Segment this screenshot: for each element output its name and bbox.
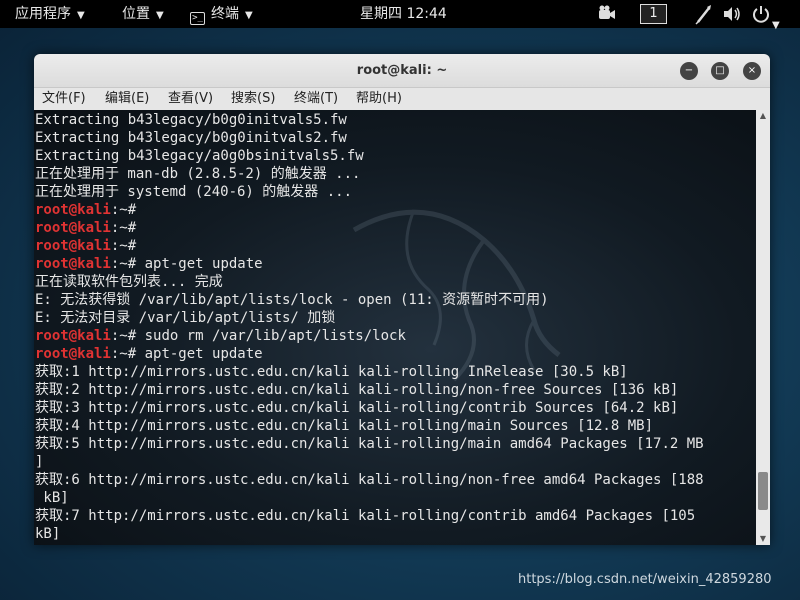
output-text: 获取:2 http://mirrors.ustc.edu.cn/kali kal… xyxy=(35,382,679,398)
output-text: kB] xyxy=(35,490,69,506)
terminal-line: Extracting b43legacy/b0g0initvals2.fw xyxy=(35,129,752,147)
watermark-text: https://blog.csdn.net/weixin_42859280 xyxy=(518,572,772,587)
terminal-line: kB] xyxy=(35,489,752,507)
output-text: 正在处理用于 man-db (2.8.5-2) 的触发器 ... xyxy=(35,166,361,182)
terminal-line: ] xyxy=(35,453,752,471)
clock[interactable]: 星期四 12:44 xyxy=(360,0,447,28)
command-text: apt-get update xyxy=(136,346,263,362)
terminal-line: root@kali:~# xyxy=(35,219,752,237)
caret-down-icon: ▼ xyxy=(156,10,164,21)
pen-icon[interactable] xyxy=(694,0,714,28)
terminal-app-label: 终端 xyxy=(211,6,239,22)
menu-search[interactable]: 搜索(S) xyxy=(231,88,275,110)
terminal-line: 获取:1 http://mirrors.ustc.edu.cn/kali kal… xyxy=(35,363,752,381)
menu-help[interactable]: 帮助(H) xyxy=(356,88,402,110)
output-text: 获取:4 http://mirrors.ustc.edu.cn/kali kal… xyxy=(35,418,654,434)
prompt-user: root@kali xyxy=(35,346,111,362)
prompt-user: root@kali xyxy=(35,238,111,254)
output-text: 获取:3 http://mirrors.ustc.edu.cn/kali kal… xyxy=(35,400,679,416)
output-text: 正在处理用于 systemd (240-6) 的触发器 ... xyxy=(35,184,353,200)
menu-bar: 文件(F) 编辑(E) 查看(V) 搜索(S) 终端(T) 帮助(H) xyxy=(34,88,770,110)
terminal-line: 获取:3 http://mirrors.ustc.edu.cn/kali kal… xyxy=(35,399,752,417)
caret-down-icon: ▼ xyxy=(77,10,85,21)
prompt-path: :~# xyxy=(110,238,137,254)
terminal-line: 获取:4 http://mirrors.ustc.edu.cn/kali kal… xyxy=(35,417,752,435)
terminal-line: E: 无法获得锁 /var/lib/apt/lists/lock - open … xyxy=(35,291,752,309)
terminal-line: 正在处理用于 systemd (240-6) 的触发器 ... xyxy=(35,183,752,201)
workspace-indicator[interactable]: 1 xyxy=(640,4,667,24)
power-icon xyxy=(753,6,769,23)
top-panel: 应用程序 ▼ 位置 ▼ >_ 终端 ▼ 星期四 12:44 1 ▼ xyxy=(0,0,800,31)
terminal-icon: >_ xyxy=(190,12,205,25)
scrollbar-thumb[interactable] xyxy=(758,472,768,510)
prompt-user: root@kali xyxy=(35,328,111,344)
menu-terminal[interactable]: 终端(T) xyxy=(294,88,338,110)
window-titlebar[interactable]: root@kali: ~ − □ × xyxy=(34,54,770,88)
terminal-line: root@kali:~# xyxy=(35,201,752,219)
prompt-user: root@kali xyxy=(35,220,111,236)
terminal-line: root@kali:~# apt-get update xyxy=(35,255,752,273)
terminal-line: 获取:6 http://mirrors.ustc.edu.cn/kali kal… xyxy=(35,471,752,489)
menu-edit[interactable]: 编辑(E) xyxy=(105,88,149,110)
video-camera-icon[interactable] xyxy=(598,0,618,28)
terminal-output[interactable]: Extracting b43legacy/b0g0initvals5.fw Ext… xyxy=(34,110,756,545)
terminal-line: root@kali:~# sudo rm /var/lib/apt/lists/… xyxy=(35,327,752,345)
terminal-line: root@kali:~# xyxy=(35,237,752,255)
output-text: 获取:7 http://mirrors.ustc.edu.cn/kali kal… xyxy=(35,508,696,524)
terminal-line: kB] xyxy=(35,525,752,543)
power-menu[interactable]: ▼ xyxy=(752,0,788,31)
output-text: 获取:5 http://mirrors.ustc.edu.cn/kali kal… xyxy=(35,436,704,452)
terminal-lines: Extracting b43legacy/b0g0initvals5.fw Ext… xyxy=(35,111,752,543)
window-title: root@kali: ~ xyxy=(356,63,448,78)
output-text: E: 无法获得锁 /var/lib/apt/lists/lock - open … xyxy=(35,292,549,308)
caret-down-icon: ▼ xyxy=(245,10,253,21)
close-button[interactable]: × xyxy=(743,62,761,80)
terminal-line: E: 无法对目录 /var/lib/apt/lists/ 加锁 xyxy=(35,309,752,327)
terminal-line: 获取:7 http://mirrors.ustc.edu.cn/kali kal… xyxy=(35,507,752,525)
prompt-path: :~# xyxy=(110,202,137,218)
minimize-button[interactable]: − xyxy=(680,62,698,80)
prompt-path: :~# xyxy=(110,220,137,236)
output-text: ] xyxy=(35,454,44,470)
terminal-scrollbar[interactable]: ▲ ▼ xyxy=(756,110,770,545)
volume-icon[interactable] xyxy=(722,0,742,28)
maximize-button[interactable]: □ xyxy=(711,62,729,80)
caret-down-icon: ▼ xyxy=(772,20,780,31)
prompt-user: root@kali xyxy=(35,202,111,218)
terminal-line: 获取:5 http://mirrors.ustc.edu.cn/kali kal… xyxy=(35,435,752,453)
terminal-line: 正在处理用于 man-db (2.8.5-2) 的触发器 ... xyxy=(35,165,752,183)
terminal-line: 获取:2 http://mirrors.ustc.edu.cn/kali kal… xyxy=(35,381,752,399)
prompt-user: root@kali xyxy=(35,256,111,272)
places-menu[interactable]: 位置 ▼ xyxy=(122,0,164,28)
output-text: Extracting b43legacy/b0g0initvals5.fw xyxy=(35,112,347,128)
output-text: kB] xyxy=(35,526,61,542)
scroll-up-icon[interactable]: ▲ xyxy=(756,110,770,122)
command-text: sudo rm /var/lib/apt/lists/lock xyxy=(136,328,406,344)
output-text: 获取:1 http://mirrors.ustc.edu.cn/kali kal… xyxy=(35,364,628,380)
output-text: 正在读取软件包列表... 完成 xyxy=(35,274,223,290)
output-text: E: 无法对目录 /var/lib/apt/lists/ 加锁 xyxy=(35,310,336,326)
terminal-line: root@kali:~# apt-get update xyxy=(35,345,752,363)
places-label: 位置 xyxy=(122,6,150,22)
menu-file[interactable]: 文件(F) xyxy=(42,88,86,110)
prompt-path: :~# xyxy=(110,346,137,362)
applications-label: 应用程序 xyxy=(15,6,71,22)
menu-view[interactable]: 查看(V) xyxy=(168,88,213,110)
terminal-window: root@kali: ~ − □ × 文件(F) 编辑(E) 查看(V) 搜索(… xyxy=(34,54,770,545)
terminal-line: Extracting b43legacy/b0g0initvals5.fw xyxy=(35,111,752,129)
prompt-path: :~# xyxy=(110,256,137,272)
output-text: Extracting b43legacy/a0g0bsinitvals5.fw xyxy=(35,148,364,164)
applications-menu[interactable]: 应用程序 ▼ xyxy=(15,0,85,28)
terminal-line: 正在读取软件包列表... 完成 xyxy=(35,273,752,291)
output-text: 获取:6 http://mirrors.ustc.edu.cn/kali kal… xyxy=(35,472,704,488)
terminal-app-menu[interactable]: >_ 终端 ▼ xyxy=(190,0,253,28)
scroll-down-icon[interactable]: ▼ xyxy=(756,533,770,545)
command-text: apt-get update xyxy=(136,256,263,272)
terminal-line: Extracting b43legacy/a0g0bsinitvals5.fw xyxy=(35,147,752,165)
prompt-path: :~# xyxy=(110,328,137,344)
output-text: Extracting b43legacy/b0g0initvals2.fw xyxy=(35,130,347,146)
